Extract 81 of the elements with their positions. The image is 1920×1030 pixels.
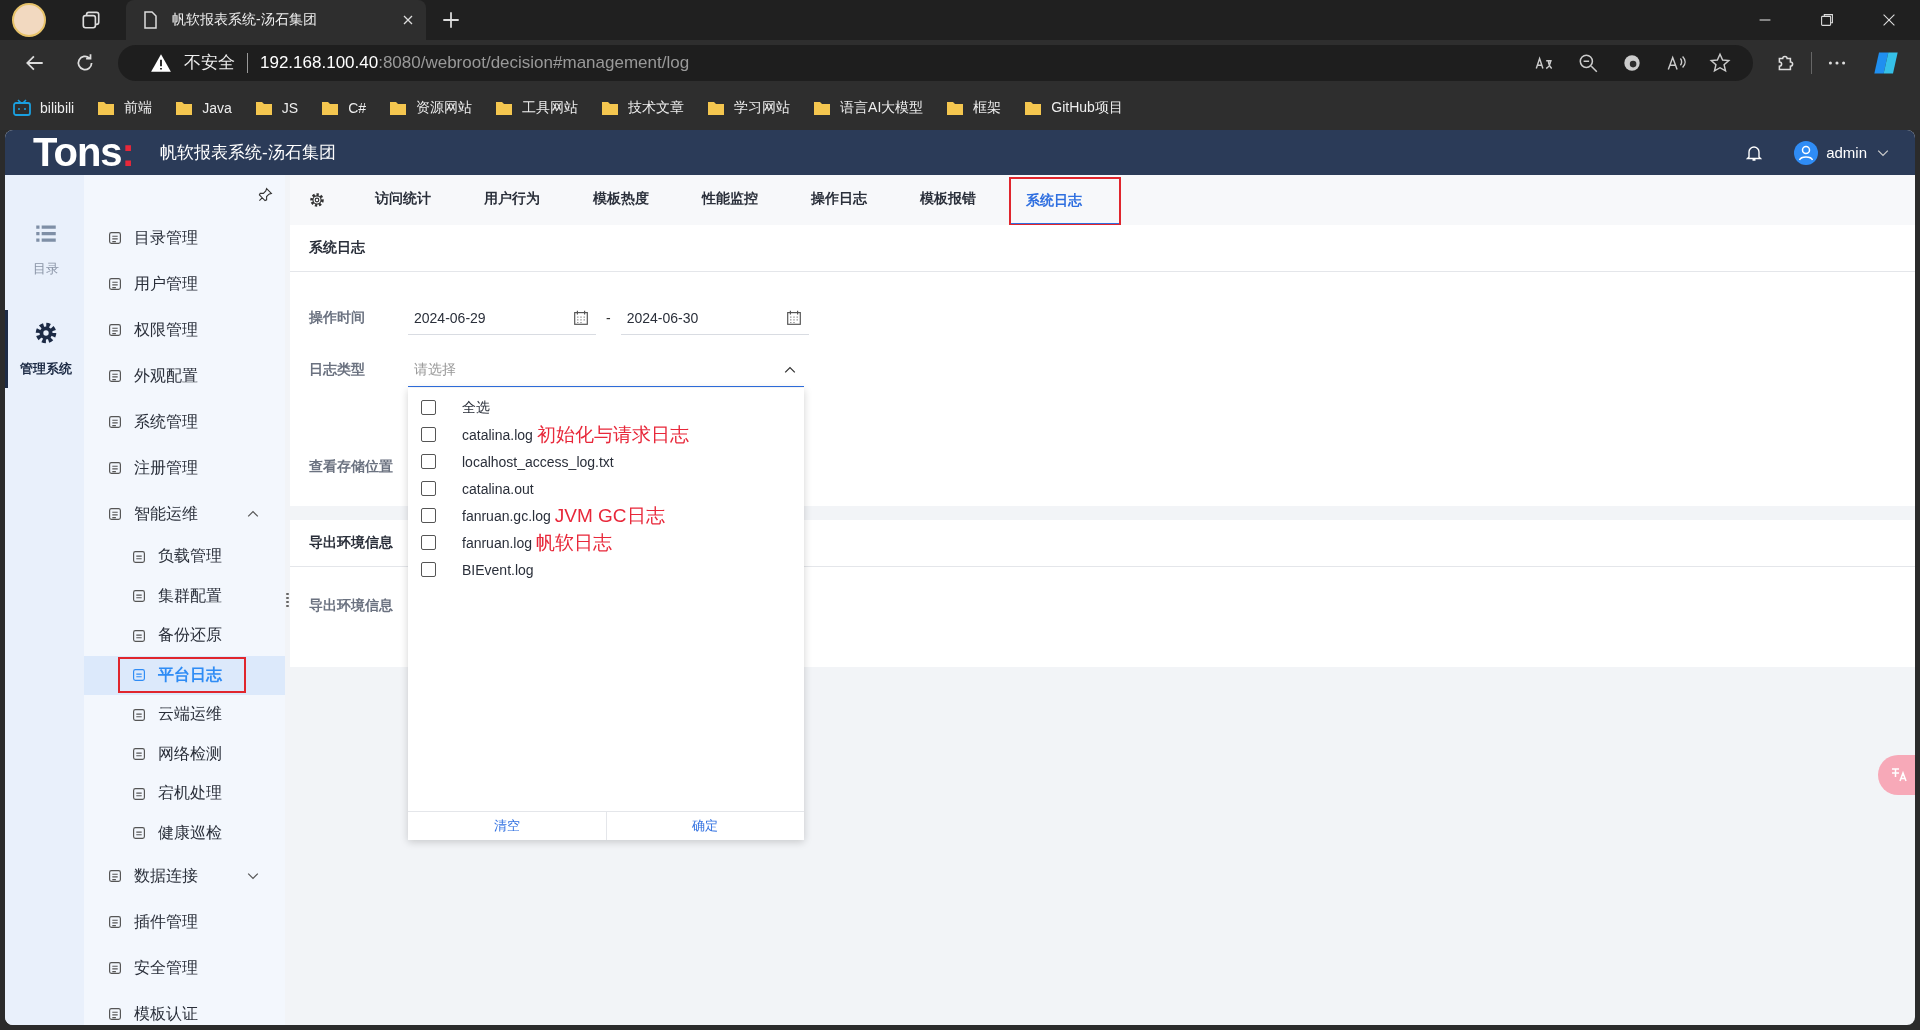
option-label[interactable]: localhost_access_log.txt [462, 453, 614, 470]
pin-icon[interactable] [257, 187, 273, 203]
submenu-item[interactable]: 云端运维 [84, 695, 285, 735]
new-tab-icon[interactable] [440, 9, 462, 31]
checkbox[interactable] [421, 535, 436, 550]
bookmark[interactable]: 前端 [96, 97, 153, 118]
submenu-item[interactable]: 集群配置 [84, 576, 285, 616]
url-text: 192.168.100.40:8080/webroot/decision#management/log [260, 52, 690, 73]
checkbox[interactable] [421, 454, 436, 469]
option-label[interactable]: BIEvent.log [462, 561, 534, 578]
submenu-item[interactable]: 健康巡检 [84, 813, 285, 853]
tab[interactable]: 操作日志 [792, 175, 886, 225]
menu-item[interactable]: 系统管理 [84, 399, 285, 445]
security-label: 不安全 [184, 52, 235, 74]
tab-title: 帆软报表系统-汤石集团 [172, 11, 318, 29]
bookmark[interactable]: GitHub项目 [1023, 97, 1123, 118]
logo: Tons: [33, 130, 134, 175]
user-name[interactable]: admin [1826, 144, 1867, 161]
user-avatar-icon [1794, 140, 1819, 165]
bookmark[interactable]: 语言AI大模型 [812, 97, 924, 118]
restore-icon[interactable] [1818, 11, 1836, 29]
dropdown-button[interactable]: 确定 [605, 812, 804, 840]
field-label: 日志类型 [309, 361, 366, 379]
bookmark[interactable]: 框架 [945, 97, 1002, 118]
section-title: 系统日志 [290, 225, 1915, 272]
menu-item[interactable]: 注册管理 [84, 445, 285, 491]
bookmark[interactable]: bilibili [12, 97, 75, 118]
checkbox[interactable] [421, 427, 436, 442]
checkbox[interactable] [421, 508, 436, 523]
checkbox[interactable] [421, 562, 436, 577]
menu-item[interactable]: 目录管理 [84, 215, 285, 261]
bookmark[interactable]: Java [174, 97, 232, 118]
address-bar[interactable]: 不安全 192.168.100.40:8080/webroot/decision#management/log [118, 44, 1753, 81]
menu-item[interactable]: 模板认证 [84, 991, 285, 1025]
tab[interactable]: 系统日志 [1010, 178, 1120, 225]
menu-item[interactable]: 插件管理 [84, 899, 285, 945]
menu-item[interactable]: 外观配置 [84, 353, 285, 399]
tabs-icon[interactable] [80, 9, 102, 31]
tab[interactable]: 模板报错 [901, 175, 995, 225]
date-field[interactable]: 2024-06-29 [408, 301, 596, 335]
menu-item[interactable]: 安全管理 [84, 945, 285, 991]
app-title: 帆软报表系统-汤石集团 [159, 142, 336, 164]
profile-avatar-icon[interactable] [12, 3, 46, 37]
field-label: 导出环境信息 [309, 597, 394, 615]
bookmark[interactable]: 资源网站 [388, 97, 473, 118]
annotation-text: 初始化与请求日志 [536, 422, 689, 447]
submenu-item[interactable]: 备份还原 [84, 616, 285, 656]
dropdown-button[interactable]: 清空 [408, 812, 606, 840]
browser-tab[interactable]: 帆软报表系统-汤石集团 [126, 0, 426, 40]
option-label[interactable]: fanruan.log [462, 534, 533, 551]
tab[interactable]: 模板热度 [574, 175, 668, 225]
bookmark[interactable]: 技术文章 [600, 97, 685, 118]
menu-item[interactable]: 权限管理 [84, 307, 285, 353]
bookmark[interactable]: C# [320, 97, 367, 118]
bookmark[interactable]: 工具网站 [494, 97, 579, 118]
submenu-item[interactable]: 宕机处理 [84, 774, 285, 814]
range-separator: - [606, 310, 611, 326]
checkbox[interactable] [421, 400, 436, 415]
tab[interactable]: 用户行为 [465, 175, 559, 225]
menu-item[interactable]: 用户管理 [84, 261, 285, 307]
annotation-text: JVM GC日志 [554, 503, 665, 528]
date-field[interactable]: 2024-06-30 [620, 301, 809, 335]
resize-handle[interactable] [286, 592, 289, 608]
submenu-item[interactable]: 负载管理 [84, 537, 285, 577]
option-label[interactable]: 全选 [462, 398, 490, 417]
tab[interactable]: 性能监控 [683, 175, 777, 225]
option-label[interactable]: catalina.log [462, 426, 533, 443]
submenu-item[interactable]: 网络检测 [84, 734, 285, 774]
field-label: 查看存储位置 [309, 458, 394, 476]
option-label[interactable]: fanruan.gc.log [462, 507, 551, 524]
annotation-text: 帆软日志 [536, 530, 613, 555]
menu-item[interactable]: 智能运维 [84, 491, 285, 537]
tab[interactable]: 访问统计 [356, 175, 450, 225]
bookmark[interactable]: JS [253, 97, 299, 118]
menu-item[interactable]: 数据连接 [84, 853, 285, 899]
checkbox[interactable] [421, 481, 436, 496]
field-label: 操作时间 [309, 309, 366, 327]
bookmark[interactable]: 学习网站 [706, 97, 791, 118]
star-icon[interactable] [1709, 51, 1731, 74]
option-label[interactable]: catalina.out [462, 480, 534, 497]
tv-icon [12, 97, 32, 118]
